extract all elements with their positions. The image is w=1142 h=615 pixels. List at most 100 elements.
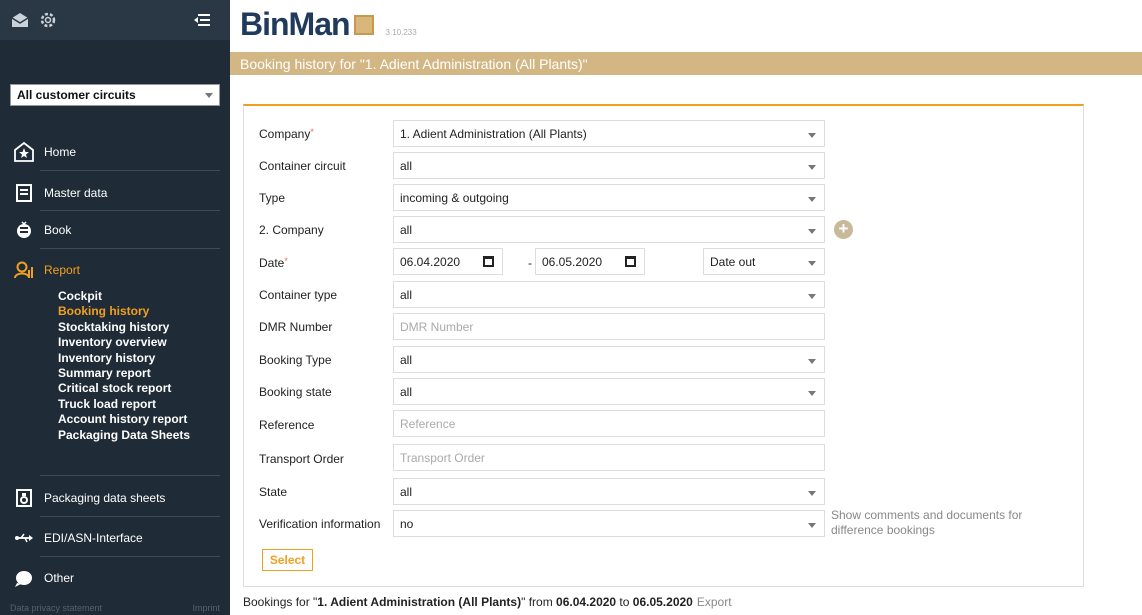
packaging-icon	[14, 488, 34, 508]
nav-other-label: Other	[44, 571, 75, 585]
report-item-summary-report[interactable]: Summary report	[58, 366, 190, 381]
type-label: Type	[259, 191, 286, 205]
imprint-link[interactable]: Imprint	[192, 603, 220, 613]
sidebar: All customer circuits Home Master data B…	[0, 0, 230, 615]
export-link[interactable]: Export	[697, 595, 732, 609]
report-item-truck-load-report[interactable]: Truck load report	[58, 397, 190, 412]
reference-input[interactable]: Reference	[393, 410, 825, 437]
transport-order-placeholder: Transport Order	[400, 450, 485, 465]
booking-state-value: all	[400, 384, 413, 399]
add-company-button[interactable]: +	[834, 220, 853, 239]
state-select[interactable]: all	[393, 478, 825, 505]
report-item-cockpit[interactable]: Cockpit	[58, 289, 190, 304]
result-company: 1. Adient Administration (All Plants)	[317, 595, 522, 609]
verification-note: Show comments and documents for differen…	[831, 508, 1023, 537]
nav-book[interactable]: Book	[0, 216, 230, 244]
circuit-select[interactable]: All customer circuits	[10, 84, 220, 106]
verification-label: Verification information	[259, 517, 381, 531]
date-mode-select[interactable]: Date out	[703, 248, 825, 275]
container-type-value: all	[400, 287, 413, 302]
transport-order-input[interactable]: Transport Order	[393, 444, 825, 471]
report-item-booking-history[interactable]: Booking history	[58, 304, 190, 319]
divider	[40, 516, 220, 517]
nav-edi-asn-interface[interactable]: EDI/ASN-Interface	[0, 524, 230, 552]
divider	[40, 475, 220, 476]
transport-order-label: Transport Order	[259, 452, 344, 466]
company2-select[interactable]: all	[393, 216, 825, 243]
chevron-down-icon	[808, 359, 816, 364]
result-mid: " from	[521, 595, 557, 609]
booking-state-select[interactable]: all	[393, 378, 825, 405]
report-item-packaging-data-sheets[interactable]: Packaging Data Sheets	[58, 428, 190, 443]
gear-icon[interactable]	[38, 10, 58, 30]
chevron-down-icon	[808, 391, 816, 396]
booking-type-value: all	[400, 352, 413, 367]
nav-master-data-label: Master data	[44, 186, 108, 200]
calendar-icon[interactable]	[483, 256, 494, 267]
date-from-input[interactable]: 06.04.2020	[393, 248, 503, 275]
nav-home-label: Home	[44, 145, 77, 159]
chevron-down-icon	[808, 523, 816, 528]
date-label: Date*	[259, 256, 288, 270]
nav-report[interactable]: Report	[0, 256, 230, 284]
mail-icon[interactable]	[10, 10, 30, 30]
verification-select[interactable]: no	[393, 510, 825, 537]
date-to-value: 06.05.2020	[542, 254, 603, 269]
nav-master-data[interactable]: Master data	[0, 179, 230, 207]
select-button[interactable]: Select	[262, 549, 313, 571]
nav-report-label: Report	[44, 263, 81, 277]
booking-type-select[interactable]: all	[393, 346, 825, 373]
chevron-down-icon	[808, 261, 816, 266]
brand-name: BinMan	[240, 6, 351, 42]
logo-box-icon	[353, 15, 374, 35]
booking-type-label: Booking Type	[259, 353, 332, 367]
report-item-critical-stock-report[interactable]: Critical stock report	[58, 381, 190, 396]
usb-icon	[14, 528, 34, 548]
dmr-input[interactable]: DMR Number	[393, 313, 825, 340]
document-icon	[14, 183, 34, 203]
nav-other[interactable]: Other	[0, 564, 230, 592]
report-submenu: Cockpit Booking history Stocktaking hist…	[58, 289, 190, 443]
report-item-inventory-overview[interactable]: Inventory overview	[58, 335, 190, 350]
state-label: State	[259, 485, 288, 499]
booking-state-label: Booking state	[259, 385, 332, 399]
container-circuit-select[interactable]: all	[393, 152, 825, 179]
date-to-input[interactable]: 06.05.2020	[535, 248, 645, 275]
nav-packaging-data-sheets-label: Packaging data sheets	[44, 491, 166, 505]
result-from: 06.04.2020	[556, 595, 617, 609]
type-select[interactable]: incoming & outgoing	[393, 184, 825, 211]
privacy-link[interactable]: Data privacy statement	[10, 603, 102, 613]
page-title-text: Booking history for "1. Adient Administr…	[240, 56, 588, 72]
container-type-select[interactable]: all	[393, 281, 825, 308]
divider	[40, 170, 220, 171]
collapse-menu-icon[interactable]	[192, 10, 212, 30]
verification-value: no	[400, 516, 414, 531]
nav-home[interactable]: Home	[0, 138, 230, 166]
nav-packaging-data-sheets[interactable]: Packaging data sheets	[0, 484, 230, 512]
book-icon	[14, 220, 34, 240]
state-value: all	[400, 484, 413, 499]
app-version: 3.10.233	[385, 28, 417, 37]
result-to: 06.05.2020	[632, 595, 693, 609]
nav-edi-asn-interface-label: EDI/ASN-Interface	[44, 531, 143, 545]
result-to-word: to	[616, 595, 633, 609]
dmr-placeholder: DMR Number	[400, 319, 474, 334]
date-separator: -	[528, 256, 532, 270]
report-item-inventory-history[interactable]: Inventory history	[58, 351, 190, 366]
company-label-text: Company	[259, 127, 311, 141]
calendar-icon[interactable]	[625, 256, 636, 267]
company-select[interactable]: 1. Adient Administration (All Plants)	[393, 120, 825, 147]
date-mode-value: Date out	[710, 254, 756, 269]
reference-placeholder: Reference	[400, 416, 456, 431]
report-item-stocktaking-history[interactable]: Stocktaking history	[58, 320, 190, 335]
report-icon	[14, 260, 34, 280]
chevron-down-icon	[808, 165, 816, 170]
dmr-label: DMR Number	[259, 320, 333, 334]
type-value: incoming & outgoing	[400, 190, 509, 205]
report-item-account-history-report[interactable]: Account history report	[58, 412, 190, 427]
company-label: Company*	[259, 127, 314, 141]
reference-label: Reference	[259, 418, 315, 432]
company-value: 1. Adient Administration (All Plants)	[400, 126, 587, 141]
company2-label: 2. Company	[259, 223, 324, 237]
chevron-down-icon	[205, 92, 213, 98]
